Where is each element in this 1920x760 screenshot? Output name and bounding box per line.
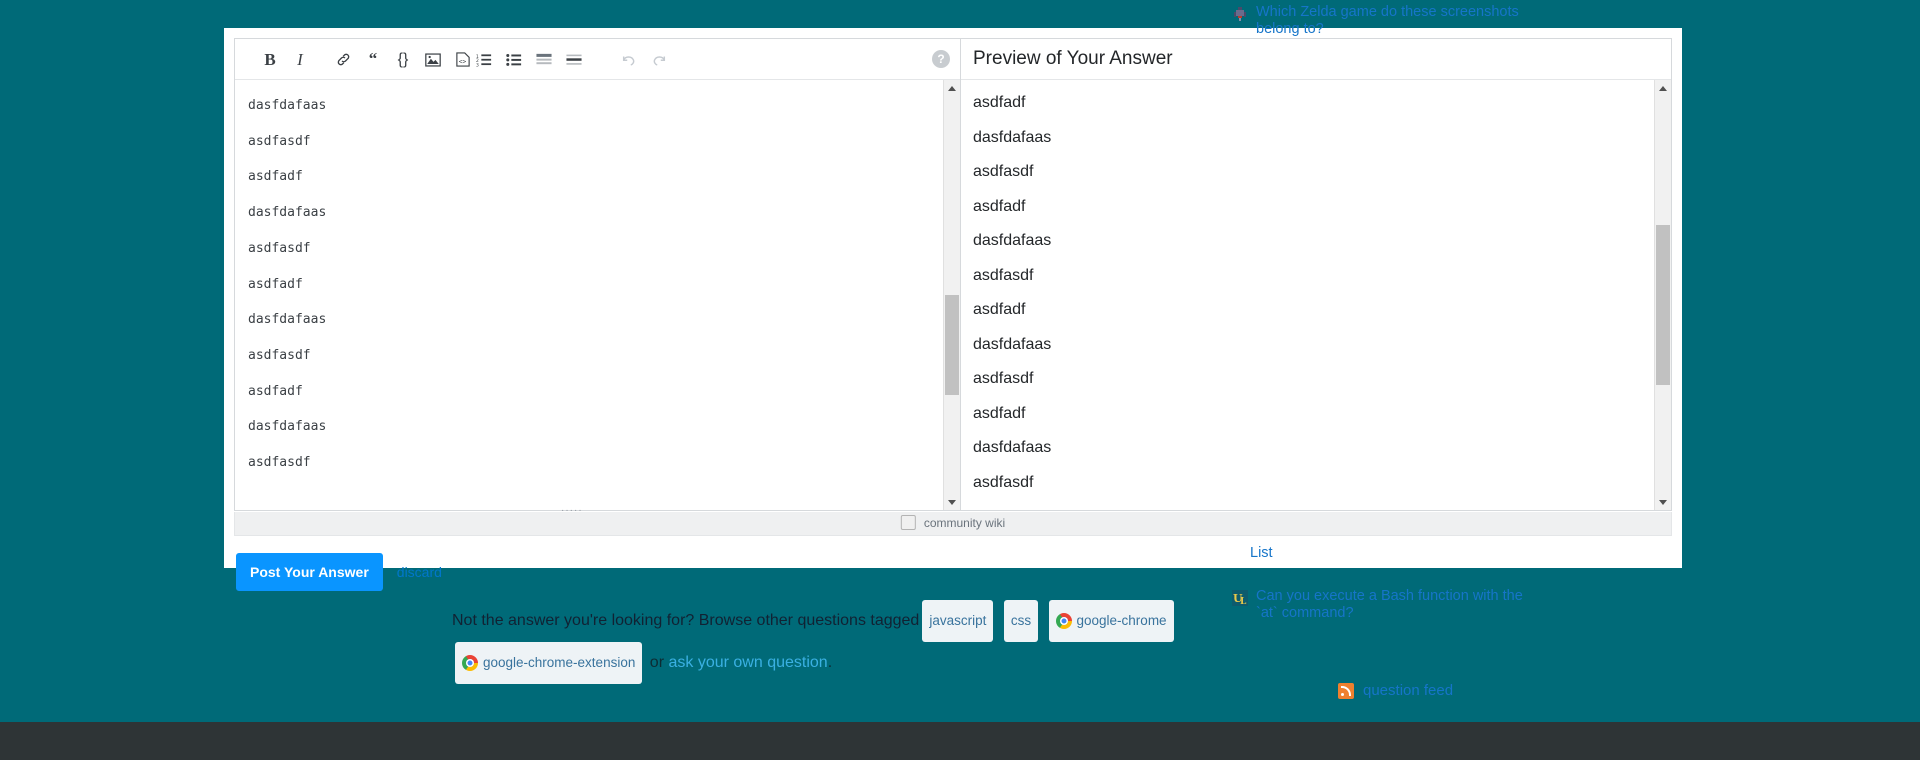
community-wiki-group: community wiki bbox=[900, 515, 1006, 530]
tagged-lead-text: Not the answer you're looking for? Brows… bbox=[452, 612, 920, 630]
bold-button[interactable]: B bbox=[257, 47, 283, 73]
help-icon[interactable]: ? bbox=[932, 50, 950, 68]
discard-link[interactable]: discard bbox=[397, 564, 442, 580]
editor-line: asdfadf bbox=[248, 276, 303, 292]
editor-text-lines: dasfdafaas asdfasdf asdfadf dasfdafaas asdfa… bbox=[248, 88, 938, 481]
preview-scroll-thumb[interactable] bbox=[1656, 225, 1670, 385]
gaming-site-icon bbox=[1232, 6, 1248, 22]
preview-line: dasfdafaas bbox=[973, 232, 1052, 249]
or-text: or bbox=[649, 654, 665, 672]
preview-line: asdfasdf bbox=[973, 266, 1034, 284]
redo-icon[interactable] bbox=[646, 47, 672, 73]
question-feed-link: question feed bbox=[1363, 682, 1454, 699]
markdown-editor-container: B I “ {} <> 1 2 3 ? dasfdafaas asdfasdf … bbox=[234, 38, 1672, 511]
screenshot-root: { "colors": { "site_background": "#006a7… bbox=[0, 0, 1920, 760]
ask-your-own-question-link[interactable]: ask your own question bbox=[668, 654, 827, 671]
editor-line: dasfdafaas bbox=[248, 312, 327, 328]
sidebar-item-bash[interactable]: U L Can you execute a Bash function with… bbox=[1232, 588, 1532, 622]
community-wiki-label: community wiki bbox=[923, 515, 1006, 530]
period-text: . bbox=[827, 654, 833, 672]
sidebar-item-label: Can you execute a Bash function with the… bbox=[1256, 588, 1523, 621]
preview-scroll-up-arrow[interactable] bbox=[1655, 80, 1671, 96]
preview-line: asdfasdf bbox=[973, 163, 1034, 180]
editor-line: asdfasdf bbox=[248, 133, 311, 149]
sidebar-item-label: List bbox=[1250, 545, 1273, 561]
editor-line: asdfasdf bbox=[248, 455, 311, 471]
preview-content: asdfadf dasfdafaas asdfasdf asdfadf dasfdafa… bbox=[961, 80, 1670, 510]
preview-line: dasfdafaas bbox=[973, 439, 1052, 456]
unix-site-icon: U L bbox=[1232, 590, 1248, 607]
preview-line: dasfdafaas bbox=[973, 128, 1052, 146]
sidebar-item-zelda[interactable]: Which Zelda game do these screenshots be… bbox=[1232, 4, 1532, 38]
italic-button[interactable]: I bbox=[287, 47, 313, 73]
editor-scroll-thumb[interactable] bbox=[945, 295, 959, 395]
image-icon[interactable] bbox=[420, 47, 446, 73]
undo-icon[interactable] bbox=[616, 47, 642, 73]
svg-text:3: 3 bbox=[476, 62, 479, 66]
preview-scrollbar[interactable] bbox=[1654, 80, 1671, 510]
preview-header: Preview of Your Answer bbox=[961, 39, 1671, 80]
editor-line: asdfadf bbox=[248, 169, 303, 185]
preview-pane: Preview of Your Answer asdfadf dasfdafaas… bbox=[961, 38, 1672, 511]
tag-label: google-chrome-extension bbox=[483, 655, 636, 670]
form-actions: Post Your Answer discard bbox=[236, 553, 442, 591]
editor-line: dasfdafaas bbox=[248, 205, 327, 221]
preview-line: asdfadf bbox=[973, 404, 1026, 422]
toolbar-group-text: B I bbox=[255, 39, 315, 80]
tag-css[interactable]: css bbox=[1003, 600, 1039, 642]
editor-toolbar: B I “ {} <> 1 2 3 ? bbox=[235, 39, 960, 80]
horizontal-rule-icon[interactable] bbox=[561, 47, 587, 73]
tag-label: css bbox=[1010, 613, 1032, 628]
editor-scroll-down-arrow[interactable] bbox=[944, 494, 960, 510]
tag-javascript[interactable]: javascript bbox=[922, 600, 994, 642]
tag-label: google-chrome bbox=[1076, 613, 1167, 628]
editor-line: dasfdafaas bbox=[248, 419, 327, 435]
svg-text:<>: <> bbox=[459, 58, 467, 65]
answer-form-card: B I “ {} <> 1 2 3 ? dasfdafaas asdfasdf … bbox=[224, 28, 1682, 591]
toolbar-group-insert: “ {} <> bbox=[328, 39, 478, 80]
editor-scroll-up-arrow[interactable] bbox=[944, 80, 960, 96]
editor-line: asdfasdf bbox=[248, 240, 311, 256]
editor-scrollbar[interactable] bbox=[943, 80, 960, 510]
tagged-footer: Not the answer you're looking for? Brows… bbox=[452, 600, 1252, 684]
editor-line: dasfdafaas bbox=[248, 98, 327, 113]
question-feed-row[interactable]: question feed bbox=[1338, 682, 1453, 699]
tag-label: javascript bbox=[929, 613, 987, 628]
preview-line: dasfdafaas bbox=[973, 335, 1052, 353]
tag-google-chrome[interactable]: google-chrome bbox=[1048, 600, 1174, 642]
heading-icon[interactable] bbox=[531, 47, 557, 73]
preview-text-lines: asdfadf dasfdafaas asdfasdf asdfadf dasfdafa… bbox=[973, 86, 1648, 500]
community-wiki-checkbox[interactable] bbox=[900, 515, 916, 530]
chrome-icon bbox=[1055, 613, 1072, 629]
chrome-icon bbox=[462, 655, 478, 671]
svg-text:L: L bbox=[1240, 597, 1247, 606]
editor-pane: B I “ {} <> 1 2 3 ? dasfdafaas asdfasdf … bbox=[234, 38, 961, 511]
blockquote-icon[interactable]: “ bbox=[360, 47, 386, 73]
browser-bottom-strip bbox=[0, 722, 1920, 760]
code-icon[interactable]: {} bbox=[390, 47, 416, 73]
bulleted-list-icon[interactable] bbox=[501, 47, 527, 73]
sidebar-item-list[interactable]: List bbox=[1250, 545, 1550, 562]
preview-scroll-down-arrow[interactable] bbox=[1655, 494, 1671, 510]
toolbar-group-history bbox=[614, 39, 674, 80]
form-footer-bar: community wiki bbox=[234, 512, 1672, 536]
link-icon[interactable] bbox=[330, 47, 356, 73]
preview-title: Preview of Your Answer bbox=[973, 48, 1173, 69]
post-your-answer-button[interactable]: Post Your Answer bbox=[236, 553, 383, 591]
preview-line: asdfasdf bbox=[973, 370, 1034, 387]
ordered-list-icon[interactable]: 1 2 3 bbox=[471, 47, 497, 73]
preview-line: asdfadf bbox=[973, 301, 1026, 318]
tag-google-chrome-extension[interactable]: google-chrome-extension bbox=[455, 642, 643, 684]
preview-line: asdfasdf bbox=[973, 473, 1034, 491]
editor-line: asdfadf bbox=[248, 383, 303, 399]
answer-textarea[interactable]: dasfdafaas asdfasdf asdfadf dasfdafaas asdfa… bbox=[235, 80, 960, 510]
toolbar-group-lists: 1 2 3 bbox=[469, 39, 589, 80]
preview-line: asdfadf bbox=[973, 197, 1026, 215]
sidebar-item-label: Which Zelda game do these screenshots be… bbox=[1256, 4, 1519, 37]
editor-line: asdfasdf bbox=[248, 347, 311, 363]
rss-icon bbox=[1338, 682, 1354, 699]
preview-line: asdfadf bbox=[973, 94, 1026, 111]
